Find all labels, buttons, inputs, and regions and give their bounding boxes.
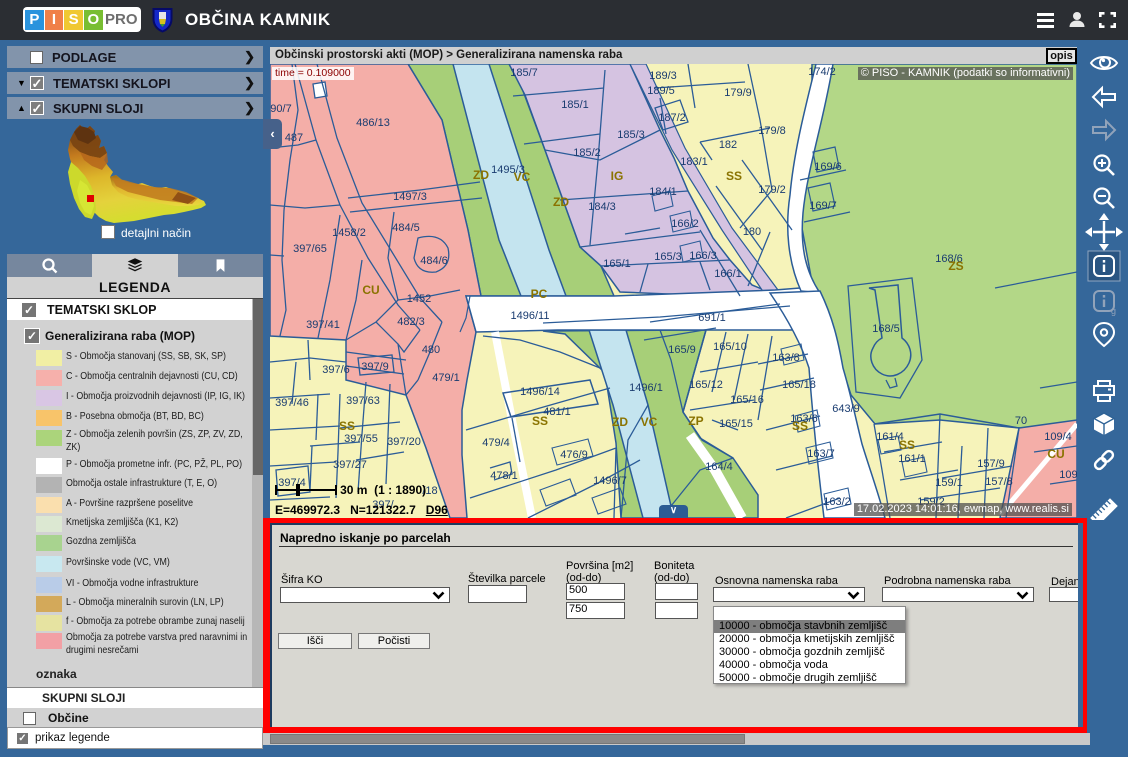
svg-text:165/9: 165/9 <box>668 344 696 356</box>
svg-text:169/6: 169/6 <box>814 161 842 173</box>
svg-text:1496/1: 1496/1 <box>629 382 663 394</box>
svg-text:397/20: 397/20 <box>387 436 421 448</box>
svg-text:109/1: 109/1 <box>1059 469 1077 481</box>
svg-text:185/2: 185/2 <box>573 147 601 159</box>
svg-text:185/3: 185/3 <box>617 129 645 141</box>
svg-text:165/18: 165/18 <box>782 379 816 391</box>
svg-text:189/3: 189/3 <box>649 70 677 82</box>
svg-text:VC: VC <box>514 170 531 184</box>
svg-text:484/6: 484/6 <box>420 255 448 267</box>
svg-text:161/1: 161/1 <box>898 453 926 465</box>
svg-text:SS: SS <box>899 438 915 452</box>
svg-text:SS: SS <box>792 419 808 433</box>
svg-text:ZP: ZP <box>688 414 703 428</box>
svg-text:480: 480 <box>422 344 440 356</box>
svg-text:479/4: 479/4 <box>482 437 510 449</box>
svg-text:484/5: 484/5 <box>392 222 420 234</box>
svg-text:g: g <box>1111 306 1116 316</box>
svg-text:397/65: 397/65 <box>293 243 327 255</box>
svg-text:163/8: 163/8 <box>772 352 800 364</box>
svg-text:163/7: 163/7 <box>807 448 835 460</box>
svg-text:169/7: 169/7 <box>809 200 837 212</box>
svg-text:1496/11: 1496/11 <box>511 310 550 322</box>
svg-text:185/1: 185/1 <box>561 99 589 111</box>
svg-text:IG: IG <box>611 169 624 183</box>
svg-text:179/8: 179/8 <box>758 125 786 137</box>
svg-text:1452: 1452 <box>407 293 431 305</box>
svg-text:180: 180 <box>743 226 761 238</box>
svg-text:487: 487 <box>285 132 303 144</box>
svg-text:CU: CU <box>362 283 379 297</box>
svg-text:397/9: 397/9 <box>361 361 389 373</box>
svg-text:157/8: 157/8 <box>985 476 1013 488</box>
svg-text:183/1: 183/1 <box>680 156 708 168</box>
svg-text:168/5: 168/5 <box>872 323 900 335</box>
svg-text:165/16: 165/16 <box>730 394 764 406</box>
svg-text:165/10: 165/10 <box>713 341 747 353</box>
svg-text:157/9: 157/9 <box>977 458 1005 470</box>
svg-text:165/12: 165/12 <box>689 379 723 391</box>
svg-text:PC: PC <box>531 287 548 301</box>
svg-text:397/46: 397/46 <box>275 397 309 409</box>
svg-text:159/1: 159/1 <box>935 477 963 489</box>
svg-text:SS: SS <box>532 414 548 428</box>
svg-text:VC: VC <box>641 415 658 429</box>
svg-text:185/7: 185/7 <box>510 67 538 79</box>
svg-text:SS: SS <box>726 169 742 183</box>
svg-text:179/9: 179/9 <box>724 87 752 99</box>
svg-text:163/2: 163/2 <box>823 496 851 508</box>
svg-text:179/2: 179/2 <box>758 184 786 196</box>
svg-text:165/15: 165/15 <box>719 418 753 430</box>
svg-text:397/41: 397/41 <box>306 319 340 331</box>
svg-text:397/6: 397/6 <box>322 364 350 376</box>
svg-text:CU: CU <box>1047 447 1064 461</box>
svg-text:184/3: 184/3 <box>588 201 616 213</box>
svg-text:397/27: 397/27 <box>333 459 367 471</box>
svg-text:478/1: 478/1 <box>490 470 518 482</box>
svg-text:166/2: 166/2 <box>671 218 699 230</box>
svg-text:397/63: 397/63 <box>346 395 380 407</box>
svg-text:165/3: 165/3 <box>654 251 682 263</box>
svg-text:ZS: ZS <box>948 259 963 273</box>
svg-text:1458/2: 1458/2 <box>332 227 366 239</box>
svg-text:189/5: 189/5 <box>647 85 675 97</box>
svg-text:165/1: 165/1 <box>603 258 631 270</box>
svg-text:476/9: 476/9 <box>560 449 588 461</box>
svg-text:643/9: 643/9 <box>832 403 860 415</box>
svg-text:479/1: 479/1 <box>432 372 460 384</box>
svg-text:166/3: 166/3 <box>689 250 717 262</box>
svg-text:1497/3: 1497/3 <box>393 191 427 203</box>
svg-text:ZD: ZD <box>612 415 628 429</box>
svg-text:184/1: 184/1 <box>649 186 677 198</box>
svg-text:166/1: 166/1 <box>714 268 742 280</box>
svg-text:SS: SS <box>339 419 355 433</box>
svg-text:1496/7: 1496/7 <box>593 475 627 487</box>
svg-text:164/4: 164/4 <box>705 461 733 473</box>
svg-text:182: 182 <box>719 139 737 151</box>
svg-text:397/55: 397/55 <box>344 433 378 445</box>
svg-text:109/4: 109/4 <box>1044 431 1072 443</box>
svg-text:ZD: ZD <box>553 195 569 209</box>
svg-text:1496/14: 1496/14 <box>520 386 560 398</box>
svg-text:70: 70 <box>1015 415 1027 427</box>
svg-text:ZD: ZD <box>473 168 489 182</box>
svg-text:90/7: 90/7 <box>270 103 291 115</box>
svg-text:187/2: 187/2 <box>658 112 686 124</box>
svg-text:482/3: 482/3 <box>397 316 425 328</box>
svg-text:174/2: 174/2 <box>808 66 836 78</box>
svg-text:486/13: 486/13 <box>356 117 390 129</box>
